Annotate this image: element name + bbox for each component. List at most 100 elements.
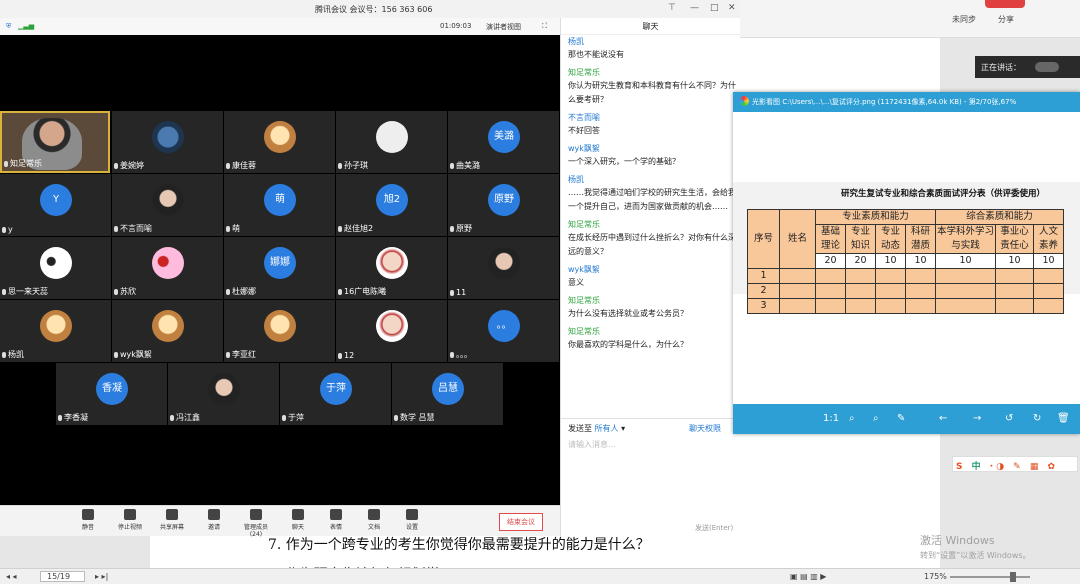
page-nav-right-icon[interactable]: ▸ ▸|	[95, 572, 108, 581]
send-to-label: 发送至	[568, 424, 592, 433]
next-icon[interactable]: →	[973, 413, 981, 424]
speaker-view-button[interactable]: 演讲者视图	[486, 22, 521, 32]
chat-sender: 知足常乐	[568, 220, 600, 229]
zoom-in-icon[interactable]: ⌕	[849, 413, 855, 424]
invite-button[interactable]: 邀请	[196, 509, 232, 531]
send-to-value[interactable]: 所有人	[595, 424, 619, 433]
send-button[interactable]: 发送(Enter)	[695, 523, 733, 533]
participant-tile[interactable]: 12	[336, 300, 447, 362]
mic-icon	[114, 226, 118, 232]
reactions-button[interactable]: 表情	[318, 509, 354, 531]
prev-icon[interactable]: ←	[939, 413, 947, 424]
chat-message-list[interactable]: 杨凯 那也不能说没有 知足常乐 你认为研究生教育和本科教育有什么不同？为什么要考研？不…	[561, 35, 741, 418]
participant-name-text: 杜娜娜	[232, 287, 256, 296]
participant-tile[interactable]: 不言而喻	[112, 174, 223, 236]
participant-avatar: 旭2	[376, 184, 408, 216]
participant-tile[interactable]: 知足常乐	[0, 111, 110, 173]
end-meeting-button[interactable]: 结束会议	[499, 513, 543, 531]
participant-tile[interactable]: 。。。。。	[448, 300, 559, 362]
share-screen-button[interactable]: 共享屏幕	[154, 509, 190, 531]
edit-icon[interactable]: ✎	[897, 413, 905, 424]
participant-tile[interactable]: 娜娜 杜娜娜	[224, 237, 335, 299]
chat-permission-button[interactable]: 聊天权限	[689, 423, 721, 434]
page-nav-left-icon[interactable]: ◂ ◂	[6, 572, 17, 581]
participant-tile[interactable]: 孙子琪	[336, 111, 447, 173]
participant-tile[interactable]: 11	[448, 237, 559, 299]
send-to-selector[interactable]: 发送至 所有人 ▾	[568, 423, 625, 434]
mic-icon	[394, 415, 398, 421]
mute-button[interactable]: 静音	[70, 509, 106, 531]
shield-icon[interactable]: ⛨	[6, 22, 11, 31]
participant-name: 冯江鑫	[170, 412, 200, 423]
participant-tile[interactable]: 萌萌	[224, 174, 335, 236]
participant-tile[interactable]: 吕慧 数学 吕慧	[392, 363, 503, 425]
pin-icon[interactable]: ⊤	[668, 3, 676, 13]
score-cell	[935, 268, 996, 284]
page-number-box[interactable]: 15/19	[40, 571, 85, 582]
header-col: 事业心责任心	[995, 224, 1034, 254]
participant-tile[interactable]: 于萍 于萍	[280, 363, 391, 425]
participant-name: 11	[450, 288, 466, 297]
manage-members-button[interactable]: 管理成员(24)	[238, 509, 274, 538]
participant-tile[interactable]: wyk飘絮	[112, 300, 223, 362]
participant-tile[interactable]: 思一来天蕊	[0, 237, 111, 299]
delete-icon[interactable]: 🗑	[1057, 413, 1070, 424]
participant-avatar	[376, 121, 408, 153]
score-cell	[815, 298, 846, 314]
chat-text: 那也不能说没有	[568, 50, 624, 59]
header-col: 基础理论	[815, 224, 846, 254]
participant-avatar	[40, 310, 72, 342]
header-col: 专业动态	[875, 224, 906, 254]
settings-button[interactable]: 设置	[394, 509, 430, 531]
participant-avatar: 于萍	[320, 373, 352, 405]
chat-message: 不言而喻 不好回答	[568, 111, 741, 138]
participant-name: 不言而喻	[114, 223, 152, 234]
sync-status[interactable]: 未同步	[952, 14, 976, 25]
maximize-icon[interactable]: □	[710, 3, 719, 13]
login-badge[interactable]	[985, 0, 1025, 8]
participant-tile[interactable]: 美潞 曲美潞	[448, 111, 559, 173]
sogou-ime-bar[interactable]: S 中 ·◑ ✎ ▦ ✿	[952, 456, 1078, 472]
participant-tile[interactable]: 姜婉婷	[112, 111, 223, 173]
participant-tile[interactable]: 苏欣	[112, 237, 223, 299]
zoom-level[interactable]: 175%	[924, 572, 947, 581]
chat-text: 一个深入研究，一个学的基础？	[568, 157, 680, 166]
participant-tile[interactable]: 杨凯	[0, 300, 111, 362]
documents-button[interactable]: 文档	[356, 509, 392, 531]
zoom-out-icon[interactable]: ⌕	[873, 413, 879, 424]
participant-tile[interactable]: 旭2 赵佳旭2	[336, 174, 447, 236]
view-mode-icons[interactable]: ▣ ▤ ▥ ▶	[790, 572, 826, 581]
stop-video-button[interactable]: 停止视频	[112, 509, 148, 531]
participant-tile[interactable]: 冯江鑫	[168, 363, 279, 425]
participant-tile[interactable]: 16广电陈曦	[336, 237, 447, 299]
chat-input[interactable]: 请输入消息...	[568, 439, 616, 450]
chat-button[interactable]: 聊天	[280, 509, 316, 531]
participant-tile[interactable]: 原野 原野	[448, 174, 559, 236]
share-screen-label: 共享屏幕	[159, 524, 184, 531]
zoom-slider-knob[interactable]	[1010, 572, 1016, 582]
participant-tile[interactable]: 康佳蓉	[224, 111, 335, 173]
reactions-icon	[330, 509, 342, 520]
score-cell	[905, 268, 936, 284]
stop-video-icon	[124, 509, 136, 520]
viewer-logo-icon	[739, 96, 749, 106]
participant-tile[interactable]: 香凝 李香凝	[56, 363, 167, 425]
participant-tile[interactable]: 李亚红	[224, 300, 335, 362]
score-sheet: 研究生复试专业和综合素质面试评分表（供评委使用） 序号 姓名 专业素质和能力 综…	[747, 189, 1064, 314]
documents-icon	[368, 509, 380, 520]
chat-sender: wyk飘絮	[568, 144, 600, 153]
rotate-left-icon[interactable]: ↺	[1005, 413, 1013, 424]
minimize-icon[interactable]: —	[690, 3, 699, 13]
participant-name: 12	[338, 351, 354, 360]
rotate-right-icon[interactable]: ↻	[1033, 413, 1041, 424]
share-button[interactable]: 分享	[998, 14, 1014, 25]
zoom-slider[interactable]	[950, 576, 1030, 578]
participant-name-text: 杨凯	[8, 350, 24, 359]
close-icon[interactable]: ✕	[728, 3, 736, 13]
fullscreen-icon[interactable]: ⛶	[542, 22, 547, 31]
actual-size-icon[interactable]: 1:1	[823, 413, 839, 424]
mic-icon	[114, 289, 118, 295]
image-viewer-window: 光影看图 C:\Users\...\...\复试评分.png (1172431像…	[733, 92, 1080, 434]
participant-tile[interactable]: Yy	[0, 174, 111, 236]
viewer-canvas[interactable]: 研究生复试专业和综合素质面试评分表（供评委使用） 序号 姓名 专业素质和能力 综…	[733, 112, 1080, 404]
